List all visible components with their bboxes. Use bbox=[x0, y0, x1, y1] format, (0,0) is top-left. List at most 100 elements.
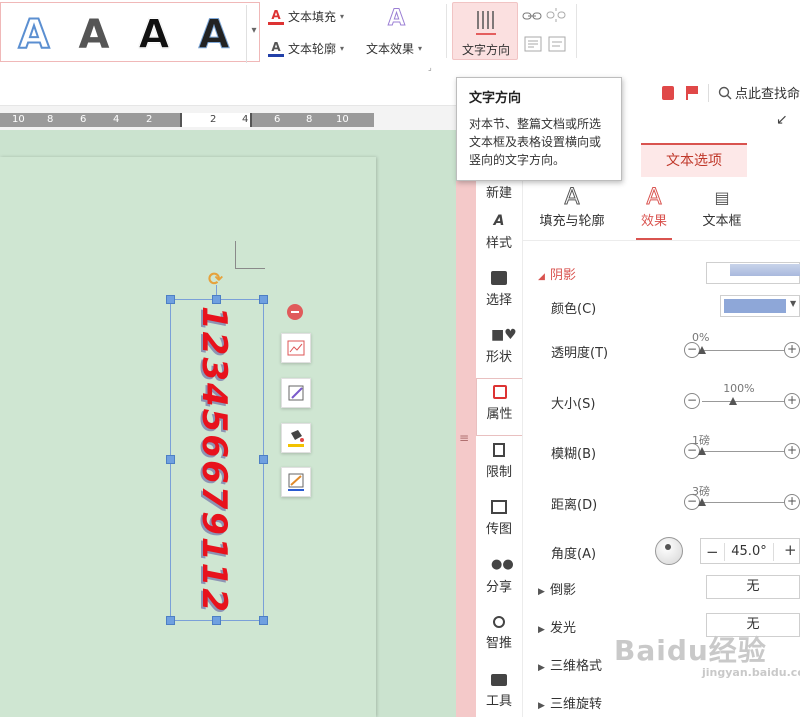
sidebar-item-share[interactable]: ●● 分享 bbox=[476, 552, 522, 608]
outline-button[interactable] bbox=[281, 467, 311, 497]
text-style-gray[interactable]: A bbox=[69, 13, 119, 57]
layout-options-button[interactable] bbox=[281, 333, 311, 363]
dialog-launcher-icon[interactable]: ⌟ bbox=[428, 63, 432, 72]
vertical-text-content[interactable]: 123456679112 bbox=[194, 306, 234, 614]
increase-button[interactable]: + bbox=[784, 342, 800, 358]
resize-handle[interactable] bbox=[212, 616, 221, 625]
sidebar-item-restrict[interactable]: 限制 bbox=[476, 437, 522, 493]
chevron-down-icon: ▼ bbox=[790, 299, 797, 308]
divider bbox=[708, 84, 709, 102]
resize-handle[interactable] bbox=[259, 455, 268, 464]
gallery-more-button[interactable]: ▾ bbox=[246, 5, 261, 63]
tab-text-options[interactable]: 文本选项 bbox=[641, 143, 747, 177]
section-glow[interactable]: ▶ 发光 bbox=[538, 617, 576, 636]
rotate-handle-icon[interactable]: ⟳ bbox=[208, 271, 223, 289]
grip-icon[interactable]: ≡ bbox=[459, 432, 469, 444]
slider-thumb[interactable] bbox=[698, 346, 706, 354]
text-effect-button[interactable]: 文本效果 ▾ bbox=[366, 40, 422, 57]
collapse-pane-icon[interactable]: ↙ bbox=[776, 112, 788, 128]
slider-track bbox=[702, 350, 784, 351]
fill-outline-icon: A bbox=[564, 185, 580, 210]
text-style-shadow[interactable]: A bbox=[189, 13, 239, 58]
angle-input[interactable]: 45.0° bbox=[724, 543, 774, 561]
sidebar-item-style[interactable]: A 样式 bbox=[476, 208, 522, 264]
resize-handle[interactable] bbox=[259, 616, 268, 625]
increase-button[interactable]: + bbox=[784, 494, 800, 510]
sidebar-item-label: 形状 bbox=[485, 350, 512, 365]
section-shadow[interactable]: ◢ 阴影 bbox=[538, 264, 576, 283]
sidebar-item-tools[interactable]: 工具 bbox=[476, 668, 522, 717]
increase-button[interactable]: + bbox=[784, 443, 800, 459]
section-reflection[interactable]: ▶ 倒影 bbox=[538, 579, 576, 598]
size-slider[interactable]: − 100% + bbox=[684, 382, 800, 411]
sidebar-item-label: 选择 bbox=[485, 293, 512, 308]
resize-handle[interactable] bbox=[166, 455, 175, 464]
distance-slider[interactable]: − 3磅 + bbox=[684, 485, 800, 512]
section-label: 阴影 bbox=[550, 268, 577, 283]
ruler-marker[interactable] bbox=[180, 113, 182, 127]
sidebar-item-label: 新建 bbox=[485, 186, 512, 201]
angle-dial[interactable] bbox=[655, 537, 683, 565]
text-fill-button[interactable]: A 文本填充 ▾ bbox=[268, 8, 344, 25]
slider-thumb[interactable] bbox=[698, 447, 706, 455]
watermark-logo: Baidu经验 bbox=[614, 634, 767, 667]
subtab-fill-outline[interactable]: A 填充与轮廓 bbox=[538, 185, 606, 229]
close-float-toolbar-button[interactable] bbox=[287, 304, 303, 320]
expand-arrow-icon: ▶ bbox=[538, 663, 545, 673]
resize-handle[interactable] bbox=[166, 295, 175, 304]
expand-arrow-icon: ▶ bbox=[538, 701, 545, 711]
sidebar-item-shape[interactable]: ■♥ 形状 bbox=[476, 322, 522, 378]
slider-track bbox=[702, 502, 784, 503]
text-box-link-icon[interactable] bbox=[548, 36, 566, 52]
sidebar-item-label: 分享 bbox=[485, 580, 512, 595]
sidebar-item-label: 限制 bbox=[485, 465, 512, 480]
sidebar-item-upload-image[interactable]: 传图 bbox=[476, 494, 522, 550]
slider-thumb[interactable] bbox=[729, 397, 738, 405]
increase-button[interactable]: + bbox=[784, 393, 800, 409]
transparency-slider[interactable]: − 0% + bbox=[684, 331, 800, 360]
unlink-icon[interactable] bbox=[546, 8, 566, 22]
slider-thumb[interactable] bbox=[698, 498, 706, 506]
flag-icon[interactable] bbox=[686, 86, 698, 100]
search-icon bbox=[718, 86, 732, 99]
resize-handle[interactable] bbox=[212, 295, 221, 304]
ruler-marker[interactable] bbox=[250, 113, 252, 127]
blur-slider[interactable]: − 1磅 + bbox=[684, 434, 800, 461]
chevron-down-icon: ▾ bbox=[340, 44, 345, 53]
angle-decrease-button[interactable]: − bbox=[706, 543, 719, 561]
angle-dial-indicator bbox=[665, 544, 671, 550]
section-3d-format[interactable]: ▶ 三维格式 bbox=[538, 655, 602, 674]
text-fill-icon: A bbox=[268, 8, 284, 25]
command-search[interactable]: 点此查找命 bbox=[718, 83, 800, 102]
sidebar-item-select[interactable]: 选择 bbox=[476, 265, 522, 321]
decrease-button[interactable]: − bbox=[684, 393, 700, 409]
text-box-icon[interactable] bbox=[524, 36, 542, 52]
text-direction-button[interactable]: 文字方向 bbox=[452, 2, 518, 60]
subtab-text-box[interactable]: ▤ 文本框 bbox=[700, 186, 744, 229]
text-outline-button[interactable]: A 文本轮廓 ▾ bbox=[268, 40, 344, 57]
ruler-number: 2 bbox=[146, 114, 153, 125]
angle-increase-button[interactable]: + bbox=[784, 541, 797, 559]
pane-resize-strip[interactable] bbox=[456, 130, 476, 717]
resize-handle[interactable] bbox=[166, 616, 175, 625]
sidebar-item-smart-push[interactable]: 智推 bbox=[476, 610, 522, 666]
smart-push-icon bbox=[493, 616, 505, 628]
section-label: 发光 bbox=[550, 621, 577, 636]
text-style-black-outline[interactable]: A bbox=[129, 13, 179, 58]
fill-button[interactable] bbox=[281, 423, 311, 453]
text-style-outline-blue[interactable]: A bbox=[9, 12, 59, 58]
sidebar-item-property[interactable]: 属性 bbox=[476, 378, 522, 436]
subtab-effect[interactable]: A 效果 bbox=[634, 185, 674, 229]
edit-shape-button[interactable] bbox=[281, 378, 311, 408]
doc-icon[interactable] bbox=[662, 86, 674, 100]
reflection-select[interactable]: 无 bbox=[706, 575, 800, 599]
subtab-label: 填充与轮廓 bbox=[539, 214, 605, 229]
section-label: 三维旋转 bbox=[550, 697, 603, 712]
property-icon bbox=[492, 385, 507, 399]
link-icon[interactable] bbox=[522, 10, 542, 22]
resize-handle[interactable] bbox=[259, 295, 268, 304]
ruler-number: 2 bbox=[210, 114, 217, 125]
section-label: 倒影 bbox=[550, 583, 577, 598]
section-3d-rotation[interactable]: ▶ 三维旋转 bbox=[538, 693, 602, 712]
ruler-number: 6 bbox=[80, 114, 87, 125]
